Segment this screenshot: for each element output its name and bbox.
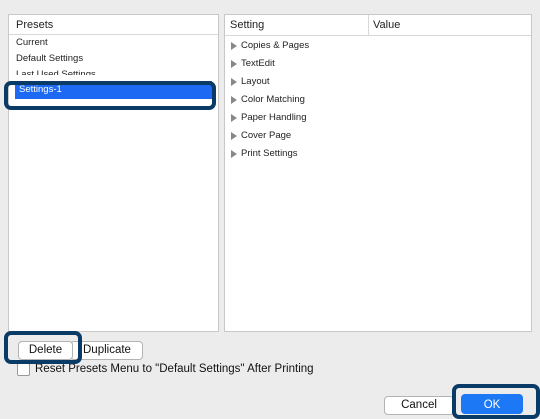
presets-column-header: Presets bbox=[9, 15, 218, 35]
disclosure-triangle-icon[interactable] bbox=[231, 42, 237, 50]
setting-label: TextEdit bbox=[241, 58, 275, 69]
setting-column-header: Setting bbox=[225, 15, 369, 35]
highlight-frame-delete-button bbox=[4, 331, 82, 364]
value-column-header: Value bbox=[373, 19, 401, 31]
setting-label: Cover Page bbox=[241, 130, 292, 141]
setting-row-print-settings[interactable]: Print Settings bbox=[225, 145, 531, 163]
setting-row-cover-page[interactable]: Cover Page bbox=[225, 127, 531, 145]
setting-row-color-matching[interactable]: Color Matching bbox=[225, 91, 531, 109]
disclosure-triangle-icon[interactable] bbox=[231, 96, 237, 104]
setting-row-layout[interactable]: Layout bbox=[225, 73, 531, 91]
preset-item-default-settings[interactable]: Default Settings bbox=[9, 51, 218, 67]
disclosure-triangle-icon[interactable] bbox=[231, 150, 237, 158]
setting-label: Color Matching bbox=[241, 94, 305, 105]
cancel-button[interactable]: Cancel bbox=[384, 396, 454, 415]
reset-presets-checkbox[interactable] bbox=[17, 362, 30, 376]
preset-item-last-used-settings[interactable]: Last Used Settings bbox=[9, 67, 218, 75]
disclosure-triangle-icon[interactable] bbox=[231, 78, 237, 86]
setting-row-paper-handling[interactable]: Paper Handling bbox=[225, 109, 531, 127]
disclosure-triangle-icon[interactable] bbox=[231, 60, 237, 68]
setting-label: Print Settings bbox=[241, 148, 298, 159]
settings-table: Setting Value Copies & Pages TextEdit La… bbox=[224, 14, 532, 332]
settings-table-header: Setting Value bbox=[225, 15, 531, 36]
reset-presets-label: Reset Presets Menu to "Default Settings"… bbox=[35, 363, 314, 375]
presets-list[interactable]: Presets Current Default Settings Last Us… bbox=[8, 14, 219, 332]
disclosure-triangle-icon[interactable] bbox=[231, 114, 237, 122]
setting-row-copies-pages[interactable]: Copies & Pages bbox=[225, 37, 531, 55]
disclosure-triangle-icon[interactable] bbox=[231, 132, 237, 140]
setting-label: Layout bbox=[241, 76, 270, 87]
preset-item-current[interactable]: Current bbox=[9, 35, 218, 51]
setting-label: Paper Handling bbox=[241, 112, 307, 123]
highlight-frame-selected-preset bbox=[4, 81, 216, 110]
highlight-frame-ok-button bbox=[452, 384, 540, 419]
setting-row-textedit[interactable]: TextEdit bbox=[225, 55, 531, 73]
setting-label: Copies & Pages bbox=[241, 40, 310, 51]
